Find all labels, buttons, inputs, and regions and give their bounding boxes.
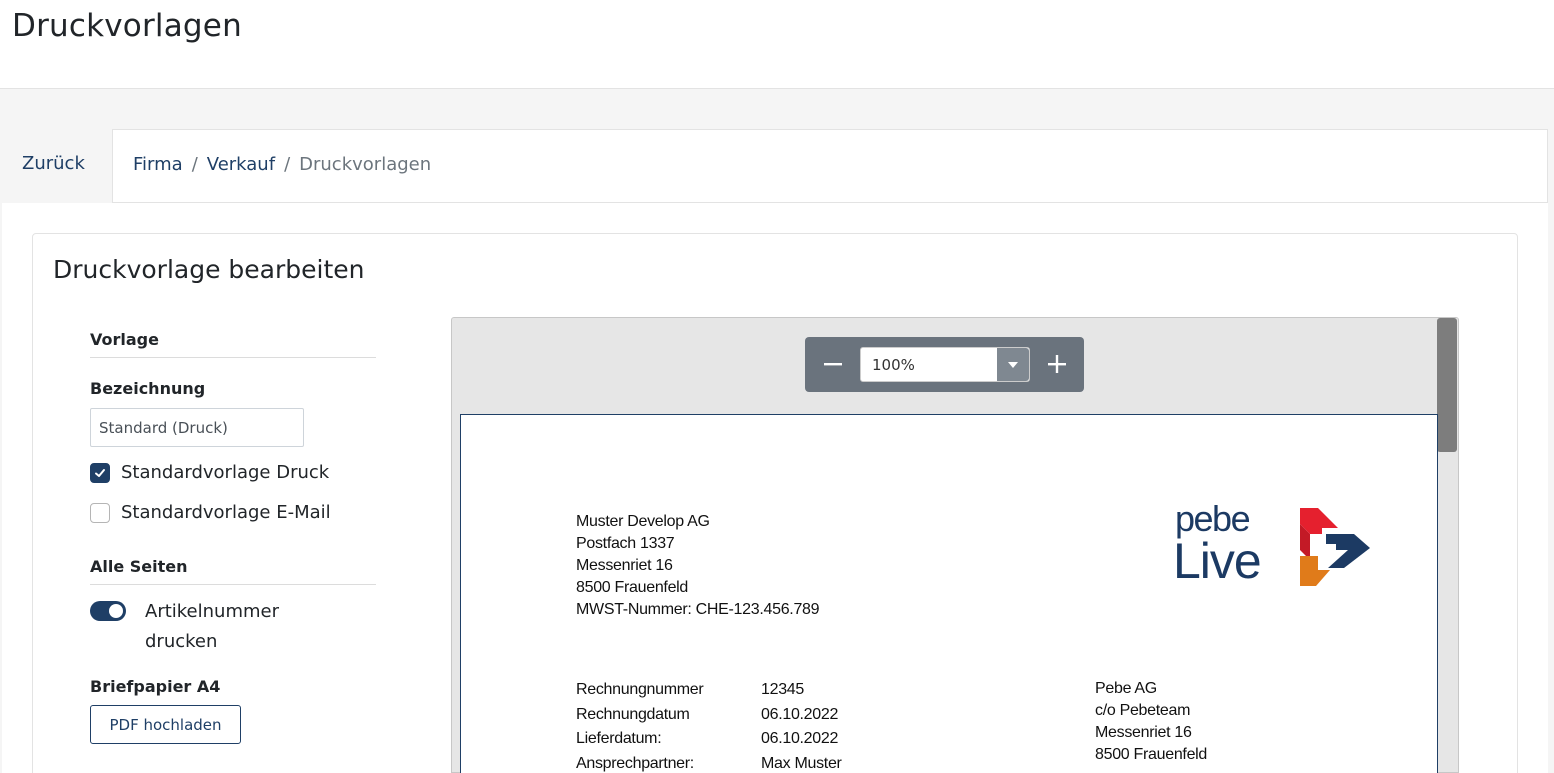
zoom-toolbar: 100% — [805, 337, 1084, 392]
checkmark-icon — [95, 468, 105, 477]
sender-line: MWST-Nummer: CHE-123.456.789 — [576, 601, 820, 618]
recipient-line: c/o Pebeteam — [1095, 702, 1191, 719]
breadcrumb-item-verkauf[interactable]: Verkauf — [207, 154, 275, 175]
meta-value: Max Muster — [761, 754, 842, 772]
breadcrumb-separator: / — [284, 154, 291, 175]
standard-print-checkbox-row[interactable]: Standardvorlage Druck — [90, 462, 329, 483]
meta-label: Rechnungdatum — [576, 705, 690, 723]
meta-value: 12345 — [761, 681, 804, 698]
meta-label: Ansprechpartner: — [576, 754, 694, 772]
letterhead-label: Briefpapier A4 — [90, 677, 221, 696]
upload-pdf-button[interactable]: PDF hochladen — [90, 705, 241, 744]
logo-mark-icon — [1300, 508, 1370, 586]
logo-text-live: Live — [1173, 533, 1262, 589]
article-number-label: Artikelnummer drucken — [145, 601, 279, 652]
viewer-scrollbar-thumb[interactable] — [1437, 318, 1457, 452]
back-link[interactable]: Zurück — [22, 153, 85, 174]
chevron-down-icon[interactable] — [997, 348, 1029, 381]
sender-line: Postfach 1337 — [576, 535, 675, 552]
standard-email-label: Standardvorlage E-Mail — [121, 502, 331, 523]
article-number-toggle[interactable] — [90, 601, 126, 621]
invoice-meta-values: 12345 06.10.2022 06.10.2022 Max Muster — [761, 678, 842, 773]
section-heading-vorlage: Vorlage — [90, 330, 376, 358]
breadcrumb-bar: Firma / Verkauf / Druckvorlagen — [112, 129, 1548, 203]
recipient-address: Pebe AG c/o Pebeteam Messenriet 16 8500 … — [1095, 678, 1207, 766]
minus-icon — [824, 363, 842, 366]
viewer-scrollbar[interactable] — [1436, 318, 1458, 772]
breadcrumb-item-firma[interactable]: Firma — [133, 154, 183, 175]
bezeichnung-label: Bezeichnung — [90, 379, 206, 398]
recipient-line: 8500 Frauenfeld — [1095, 746, 1208, 763]
zoom-level-select[interactable]: 100% — [860, 347, 1030, 382]
recipient-line: Messenriet 16 — [1095, 724, 1192, 741]
meta-label: Lieferdatum: — [576, 730, 662, 747]
sender-line: 8500 Frauenfeld — [576, 579, 689, 596]
breadcrumb-item-current: Druckvorlagen — [299, 154, 432, 175]
zoom-in-button[interactable] — [1042, 349, 1072, 379]
standard-email-checkbox-row[interactable]: Standardvorlage E-Mail — [90, 502, 331, 523]
section-heading-all-pages: Alle Seiten — [90, 557, 376, 585]
breadcrumb-separator: / — [191, 154, 198, 175]
recipient-line: Pebe AG — [1095, 680, 1157, 697]
sender-line: Messenriet 16 — [576, 557, 673, 574]
page-header: Druckvorlagen — [0, 0, 1554, 89]
breadcrumb: Firma / Verkauf / Druckvorlagen — [133, 154, 431, 175]
standard-print-checkbox[interactable] — [90, 462, 110, 483]
standard-email-checkbox[interactable] — [90, 502, 110, 523]
pebe-live-logo: pebe Live — [1170, 498, 1380, 594]
meta-label: Rechnungnummer — [576, 681, 704, 698]
sender-address: Muster Develop AG Postfach 1337 Messenri… — [576, 511, 820, 621]
zoom-level-value: 100% — [872, 356, 915, 374]
page-title: Druckvorlagen — [12, 8, 242, 44]
meta-value: 06.10.2022 — [761, 705, 839, 723]
card-title: Druckvorlage bearbeiten — [53, 255, 365, 284]
sender-line: Muster Develop AG — [576, 513, 710, 530]
standard-print-label: Standardvorlage Druck — [121, 462, 330, 483]
bezeichnung-input[interactable] — [90, 408, 304, 447]
meta-value: 06.10.2022 — [761, 730, 839, 747]
toggle-knob — [109, 604, 123, 618]
invoice-meta-labels: Rechnungnummer Rechnungdatum Lieferdatum… — [576, 678, 704, 773]
plus-icon — [1048, 355, 1066, 373]
zoom-out-button[interactable] — [818, 349, 848, 379]
